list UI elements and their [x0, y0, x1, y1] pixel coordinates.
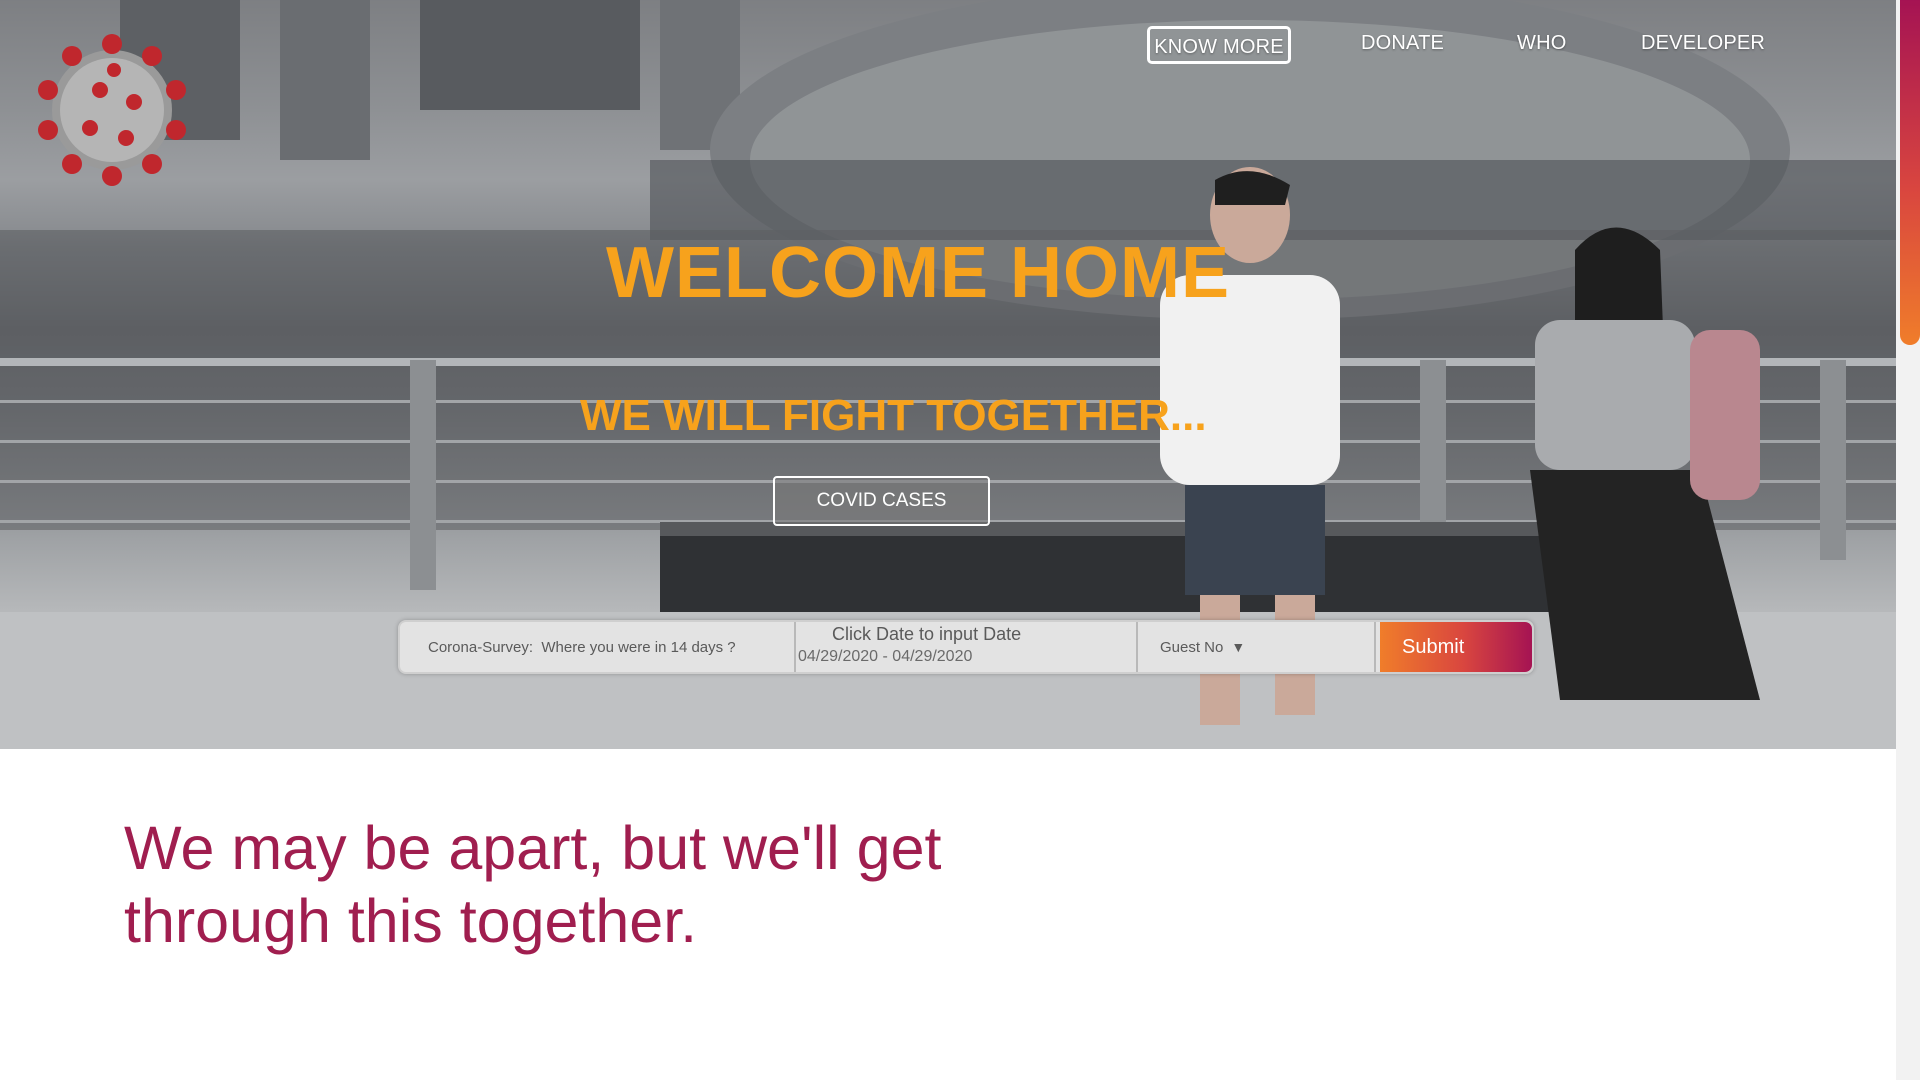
guest-number-select[interactable]: Guest No ▼: [1140, 622, 1376, 672]
scrollbar-thumb[interactable]: [1900, 0, 1920, 345]
guest-select-label: Guest No: [1160, 639, 1224, 656]
tagline-heading: We may be apart, but we'll get through t…: [124, 814, 942, 955]
date-range-value: 04/29/2020 - 04/29/2020: [798, 648, 973, 665]
coronavirus-logo-icon[interactable]: [30, 30, 194, 190]
survey-place-input[interactable]: [400, 622, 796, 672]
survey-form: Click Date to input Date 04/29/2020 - 04…: [398, 620, 1534, 674]
nav-who[interactable]: WHO: [1517, 28, 1566, 58]
nav-know-more[interactable]: KNOW MORE: [1147, 26, 1291, 64]
page-scrollbar[interactable]: [1896, 0, 1920, 1080]
covid-cases-button[interactable]: COVID CASES: [773, 476, 990, 526]
nav-developer[interactable]: DEVELOPER: [1641, 28, 1765, 58]
hero-subtitle: WE WILL FIGHT TOGETHER...: [580, 391, 1207, 440]
submit-button[interactable]: Submit: [1380, 622, 1532, 672]
caret-down-icon: ▼: [1231, 639, 1246, 655]
nav-donate[interactable]: DONATE: [1361, 28, 1444, 58]
date-range-picker[interactable]: Click Date to input Date 04/29/2020 - 04…: [798, 622, 1138, 672]
date-picker-label: Click Date to input Date: [832, 624, 1022, 644]
hero-section: KNOW MORE DONATE WHO DEVELOPER WELCOME H…: [0, 0, 1896, 749]
hero-title: WELCOME HOME: [606, 233, 1230, 313]
